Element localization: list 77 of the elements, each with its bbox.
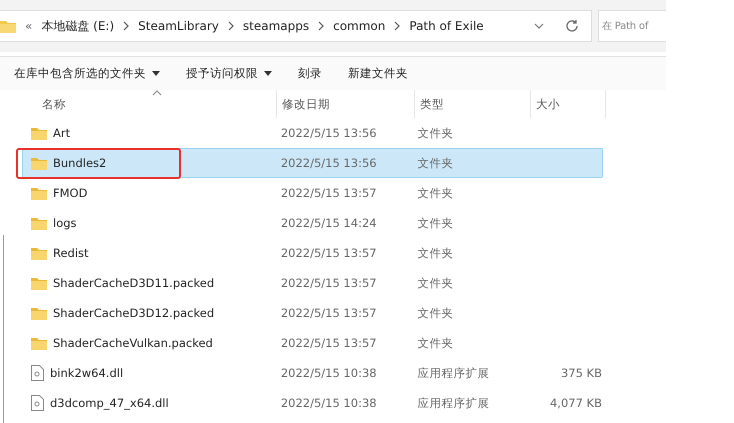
file-name: Art <box>53 126 70 140</box>
folder-icon <box>31 306 47 320</box>
chevron-right-icon <box>123 21 130 31</box>
file-row[interactable]: bink2w64.dll 2022/5/15 10:38 应用程序扩展 375 KB <box>22 358 603 388</box>
date-cell-text: 2022/5/15 13:57 <box>280 276 378 290</box>
address-bar[interactable]: « 本地磁盘 (E:) SteamLibrary steamapps common Path of Exile <box>0 10 592 42</box>
chevron-right-icon <box>228 21 234 31</box>
caret-icon <box>152 71 160 76</box>
file-name: ShaderCacheD3D11.packed <box>53 276 214 290</box>
file-name: logs <box>53 216 77 230</box>
date-cell-text: 2022/5/15 13:56 <box>280 156 378 170</box>
folder-icon <box>31 276 47 290</box>
size-cell: 4,077 KB <box>550 396 602 410</box>
type-cell-text: 应用程序扩展 <box>416 396 491 410</box>
file-row[interactable]: ShaderCacheD3D11.packed 2022/5/15 13:57 文件夹 <box>22 268 603 298</box>
overflow-chevron[interactable]: « <box>25 19 32 33</box>
type-cell-text: 文件夹 <box>416 336 455 350</box>
column-header[interactable]: 大小 <box>531 90 606 118</box>
date-cell-text: 2022/5/15 14:24 <box>280 216 378 230</box>
chevron-right-icon <box>318 21 324 31</box>
date-cell-text: 2022/5/15 13:57 <box>280 186 378 200</box>
sort-up-icon <box>152 90 162 96</box>
file-row[interactable]: Art 2022/5/15 13:56 文件夹 <box>22 118 603 148</box>
type-cell-text: 文件夹 <box>416 156 455 170</box>
file-name: Redist <box>53 246 89 260</box>
toolbar-button[interactable]: 在库中包含所选的文件夹 <box>6 62 168 85</box>
toolbar-button[interactable]: 刻录 <box>290 62 330 85</box>
file-row[interactable]: FMOD 2022/5/15 13:57 文件夹 <box>22 178 603 208</box>
folder-icon <box>31 156 47 170</box>
column-header[interactable]: 修改日期 <box>277 90 415 118</box>
type-cell-text: 文件夹 <box>416 306 455 320</box>
type-cell-text: 文件夹 <box>416 216 455 230</box>
type-cell-text: 应用程序扩展 <box>416 366 491 380</box>
folder-icon <box>31 186 47 200</box>
breadcrumb[interactable]: steamapps <box>242 19 310 33</box>
type-cell-text: 文件夹 <box>416 186 455 200</box>
file-name: bink2w64.dll <box>50 366 124 380</box>
type-cell-text: 文件夹 <box>416 246 455 260</box>
toolbar-button[interactable]: 授予访问权限 <box>178 62 280 85</box>
file-row[interactable]: Redist 2022/5/15 13:57 文件夹 <box>22 238 603 268</box>
folder-icon <box>31 246 47 260</box>
size-cell: 375 KB <box>560 366 602 380</box>
date-cell-text: 2022/5/15 13:57 <box>280 246 378 260</box>
file-row[interactable]: logs 2022/5/15 14:24 文件夹 <box>22 208 603 238</box>
refresh-icon[interactable] <box>565 19 579 33</box>
file-name: FMOD <box>53 186 88 200</box>
caret-icon <box>264 71 272 76</box>
date-cell-text: 2022/5/15 10:38 <box>280 396 378 410</box>
date-cell-text: 2022/5/15 10:38 <box>280 366 378 380</box>
file-row[interactable]: ShaderCacheD3D12.packed 2022/5/15 13:57 文件夹 <box>22 298 603 328</box>
file-row[interactable]: ShaderCacheVulkan.packed 2022/5/15 13:57 文件夹 <box>22 328 603 358</box>
dropdown-icon[interactable] <box>534 23 544 29</box>
folder-icon <box>31 336 47 350</box>
file-name: d3dcomp_47_x64.dll <box>50 396 169 410</box>
type-cell-text: 文件夹 <box>416 126 455 140</box>
breadcrumb[interactable]: 本地磁盘 (E:) <box>41 18 114 34</box>
chevron-right-icon <box>394 21 400 31</box>
search-field[interactable]: 在 Path of <box>598 10 666 42</box>
breadcrumb[interactable]: SteamLibrary <box>138 19 219 33</box>
date-cell-text: 2022/5/15 13:56 <box>280 126 378 140</box>
breadcrumb[interactable]: common <box>333 19 386 33</box>
file-name: Bundles2 <box>53 156 106 170</box>
file-icon <box>31 365 44 381</box>
file-name: ShaderCacheD3D12.packed <box>53 306 214 320</box>
folder-icon <box>31 216 47 230</box>
toolbar-button[interactable]: 新建文件夹 <box>340 62 416 85</box>
folder-icon <box>0 19 16 33</box>
folder-icon <box>31 126 47 140</box>
file-row[interactable]: d3dcomp_47_x64.dll 2022/5/15 10:38 应用程序扩展 4,077 KB <box>22 388 603 418</box>
date-cell-text: 2022/5/15 13:57 <box>280 336 378 350</box>
file-icon <box>31 395 44 411</box>
date-cell-text: 2022/5/15 13:57 <box>280 306 378 320</box>
type-cell-text: 文件夹 <box>416 276 455 290</box>
column-header[interactable]: 类型 <box>415 90 531 118</box>
file-name: ShaderCacheVulkan.packed <box>53 336 213 350</box>
column-header[interactable]: 名称 <box>22 90 277 118</box>
breadcrumb[interactable]: Path of Exile <box>409 19 484 33</box>
